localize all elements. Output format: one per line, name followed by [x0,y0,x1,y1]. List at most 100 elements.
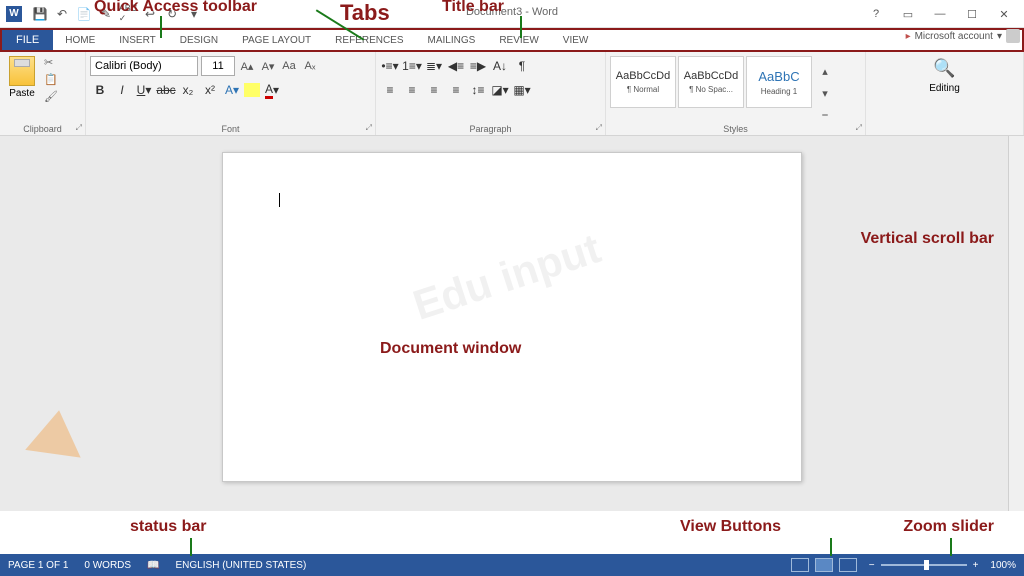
minimize-icon[interactable]: — [928,4,952,24]
italic-button[interactable]: I [112,80,132,100]
sort-icon[interactable]: A↓ [490,56,510,76]
paste-button[interactable]: Paste [4,56,40,103]
shading-icon[interactable]: ◪▾ [490,80,510,100]
view-print-icon[interactable] [815,558,833,572]
vertical-scrollbar[interactable] [1008,136,1024,511]
maximize-icon[interactable]: ☐ [960,4,984,24]
cut-icon[interactable]: ✂ [44,56,58,69]
account-label: Microsoft account [915,31,993,42]
highlight-icon[interactable] [244,83,260,97]
zoom-value[interactable]: 100% [990,560,1016,571]
avatar-icon [1006,29,1020,43]
qat-btn-1[interactable]: ↶ [52,4,72,24]
qat-customize-icon[interactable]: ▾ [184,4,204,24]
close-icon[interactable]: ✕ [992,4,1016,24]
line-spacing-icon[interactable]: ↕≡ [468,80,488,100]
font-launcher-icon[interactable]: ⤢ [366,123,372,133]
font-name-select[interactable]: Calibri (Body) [90,56,198,76]
paragraph-launcher-icon[interactable]: ⤢ [596,123,602,133]
anno-viewbtns: View Buttons [680,518,781,536]
tab-review[interactable]: REVIEW [487,30,550,50]
style-normal[interactable]: AaBbCcDd ¶ Normal [610,56,676,108]
align-left-icon[interactable]: ≡ [380,80,400,100]
spellcheck-icon[interactable]: ABC✓ [118,4,138,24]
view-read-icon[interactable] [791,558,809,572]
view-web-icon[interactable] [839,558,857,572]
anno-status: status bar [130,518,206,536]
status-proofing-icon[interactable]: 📖 [147,560,159,571]
format-painter-icon[interactable]: 🖌 [44,90,58,103]
status-page[interactable]: PAGE 1 OF 1 [8,560,68,571]
account-area[interactable]: ▸ Microsoft account ▾ [906,29,1020,43]
save-icon[interactable]: 💾 [30,4,50,24]
tab-design[interactable]: DESIGN [168,30,230,50]
help-icon[interactable]: ? [864,4,888,24]
numbering-icon[interactable]: 1≡▾ [402,56,422,76]
strike-button[interactable]: abc [156,80,176,100]
show-marks-icon[interactable]: ¶ [512,56,532,76]
justify-icon[interactable]: ≡ [446,80,466,100]
styles-launcher-icon[interactable]: ⤢ [856,123,862,133]
tab-file[interactable]: FILE [2,30,53,50]
tab-mailings[interactable]: MAILINGS [416,30,488,50]
text-effects-icon[interactable]: A▾ [222,80,242,100]
status-words[interactable]: 0 WORDS [84,560,131,571]
find-icon[interactable]: 🔍 [933,58,955,79]
group-font: Calibri (Body) A▴ A▾ Aa Aₓ B I U▾ abc x₂… [86,52,376,135]
tab-view[interactable]: VIEW [551,30,601,50]
underline-button[interactable]: U▾ [134,80,154,100]
superscript-button[interactable]: x² [200,80,220,100]
status-language[interactable]: ENGLISH (UNITED STATES) [176,560,307,571]
tab-page-layout[interactable]: PAGE LAYOUT [230,30,323,50]
undo-icon[interactable]: ↩ [140,4,160,24]
clear-format-icon[interactable]: Aₓ [301,56,319,76]
window-controls: ? ▭ — ☐ ✕ [864,4,1016,24]
increase-indent-icon[interactable]: ≡▶ [468,56,488,76]
tab-home[interactable]: HOME [53,30,107,50]
group-clipboard: Paste ✂ 📋 🖌 Clipboard ⤢ [0,52,86,135]
document-area [0,136,1024,511]
ribbon-collapse-icon[interactable]: ▭ [896,4,920,24]
tab-insert[interactable]: INSERT [107,30,168,50]
change-case-icon[interactable]: Aa [280,56,298,76]
ribbon-tabs: FILE HOME INSERT DESIGN PAGE LAYOUT REFE… [0,28,1024,52]
ribbon: Paste ✂ 📋 🖌 Clipboard ⤢ Calibri (Body) A… [0,52,1024,136]
text-cursor [279,193,280,207]
zoom-out-icon[interactable]: − [869,560,875,571]
style-no-spacing[interactable]: AaBbCcDd ¶ No Spac... [678,56,744,108]
tab-references[interactable]: REFERENCES [323,30,415,50]
styles-down-icon[interactable]: ▾ [816,84,834,104]
styles-more-icon[interactable]: ⎯ [816,106,834,126]
document-page[interactable] [222,152,802,482]
group-paragraph: •≡▾ 1≡▾ ≣▾ ◀≡ ≡▶ A↓ ¶ ≡ ≡ ≡ ≡ ↕≡ ◪▾ ▦▾ P… [376,52,606,135]
multilevel-icon[interactable]: ≣▾ [424,56,444,76]
style-heading1[interactable]: AaBbC Heading 1 [746,56,812,108]
zoom-slider[interactable]: − + 100% [869,560,1016,571]
anno-zoom: Zoom slider [903,518,994,536]
copy-icon[interactable]: 📋 [44,73,58,86]
redo-icon[interactable]: ↻ [162,4,182,24]
font-size-input[interactable] [201,56,235,76]
align-right-icon[interactable]: ≡ [424,80,444,100]
font-color-icon[interactable]: A▾ [262,80,282,100]
decrease-indent-icon[interactable]: ◀≡ [446,56,466,76]
align-center-icon[interactable]: ≡ [402,80,422,100]
subscript-button[interactable]: x₂ [178,80,198,100]
qat-btn-2[interactable]: 📄 [74,4,94,24]
view-buttons [791,558,857,572]
group-styles: AaBbCcDd ¶ Normal AaBbCcDd ¶ No Spac... … [606,52,866,135]
styles-up-icon[interactable]: ▴ [816,62,834,82]
group-editing: 🔍 Editing [866,52,1024,135]
bullets-icon[interactable]: •≡▾ [380,56,400,76]
shrink-font-icon[interactable]: A▾ [259,56,277,76]
bold-button[interactable]: B [90,80,110,100]
word-logo-icon: W [6,6,22,22]
title-bar-text: Document3 - Word [466,6,558,18]
borders-icon[interactable]: ▦▾ [512,80,532,100]
clipboard-launcher-icon[interactable]: ⤢ [76,123,82,133]
status-bar: PAGE 1 OF 1 0 WORDS 📖 ENGLISH (UNITED ST… [0,554,1024,576]
zoom-track[interactable] [881,564,967,566]
qat-btn-3[interactable]: ✎ [96,4,116,24]
zoom-in-icon[interactable]: + [973,560,979,571]
grow-font-icon[interactable]: A▴ [238,56,256,76]
